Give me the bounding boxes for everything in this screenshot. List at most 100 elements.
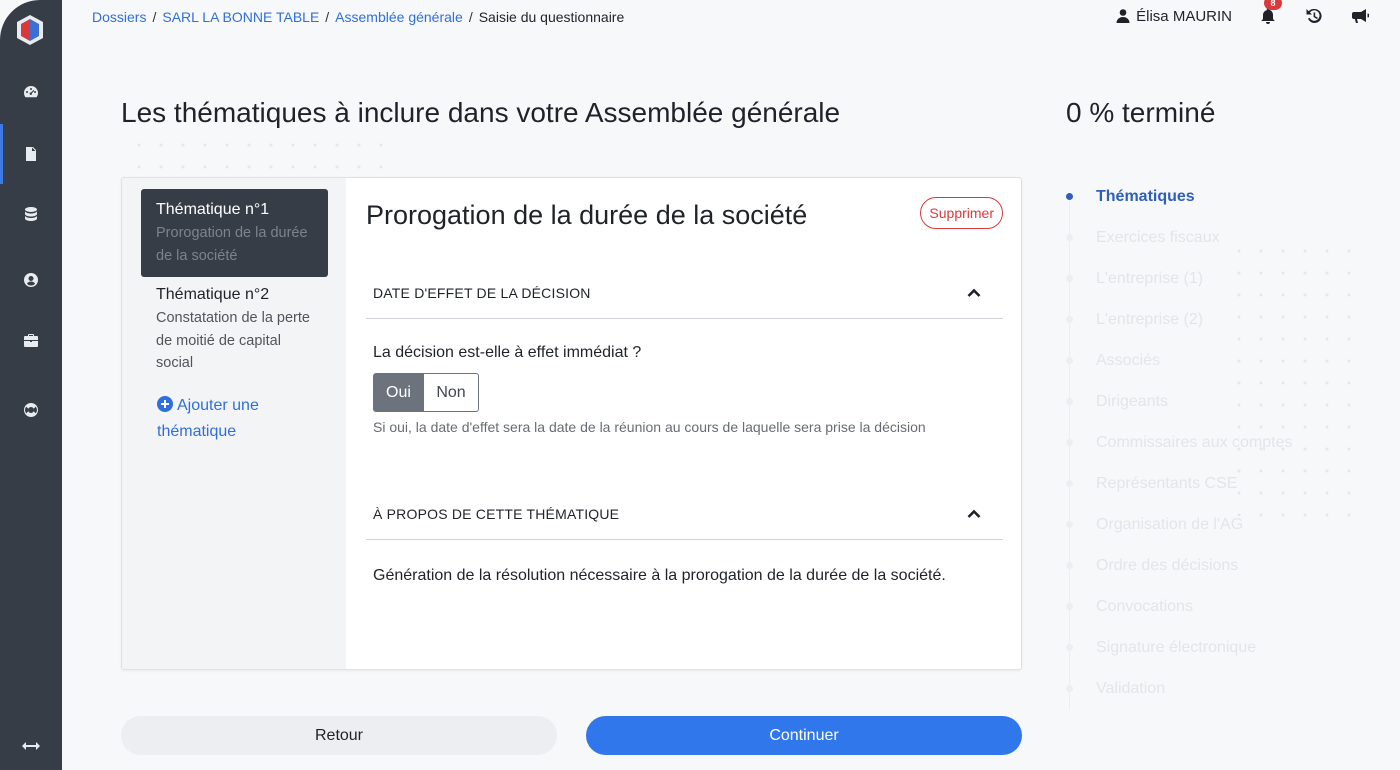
step-bullet — [1066, 234, 1073, 241]
step-bullet — [1066, 193, 1073, 200]
dots-decoration — [1228, 240, 1358, 530]
question-label: La décision est-elle à effet immédiat ? — [373, 344, 642, 361]
breadcrumb-current: Saisie du questionnaire — [478, 9, 625, 25]
sidebar — [0, 0, 62, 770]
section-header-about[interactable]: À PROPOS DE CETTE THÉMATIQUE — [366, 488, 1003, 540]
step-bullet — [1066, 439, 1073, 446]
sidebar-item-dashboard[interactable] — [0, 62, 62, 122]
option-no-button[interactable]: Non — [424, 373, 479, 412]
notifications-button[interactable]: 8 — [1258, 0, 1282, 26]
breadcrumb-separator: / — [152, 9, 157, 25]
step-entreprise-1[interactable]: L'entreprise (1) — [1062, 258, 1203, 299]
step-validation[interactable]: Validation — [1062, 668, 1165, 709]
step-bullet — [1066, 562, 1073, 569]
history-button[interactable] — [1304, 6, 1324, 26]
sidebar-item-database[interactable] — [0, 184, 62, 244]
step-label: Commissaires aux comptes — [1096, 433, 1293, 451]
thematics-list: Thématique n°1 Prorogation de la durée d… — [122, 178, 346, 669]
step-bullet — [1066, 644, 1073, 651]
briefcase-icon — [24, 334, 38, 347]
step-commissaires[interactable]: Commissaires aux comptes — [1062, 422, 1293, 463]
sidebar-item-account[interactable] — [0, 250, 62, 310]
support-icon — [24, 403, 38, 417]
expand-arrows-icon — [22, 742, 40, 750]
step-bullet — [1066, 480, 1073, 487]
thematic-detail: Prorogation de la durée de la société Su… — [366, 178, 1003, 669]
megaphone-icon — [1352, 9, 1369, 23]
user-name: Élisa MAURIN — [1136, 7, 1232, 25]
thematic-item-2[interactable]: Thématique n°2 Constatation de la perte … — [141, 274, 328, 385]
step-entreprise-2[interactable]: L'entreprise (2) — [1062, 299, 1203, 340]
thematic-subtitle: Prorogation de la durée de la société — [156, 225, 308, 264]
step-bullet — [1066, 398, 1073, 405]
file-icon — [26, 147, 36, 161]
breadcrumb-link-dossiers[interactable]: Dossiers — [92, 9, 146, 25]
top-toolbar: Élisa MAURIN 8 — [1116, 0, 1370, 26]
step-bullet — [1066, 316, 1073, 323]
breadcrumb-link-company[interactable]: SARL LA BONNE TABLE — [162, 9, 319, 25]
history-icon — [1306, 8, 1322, 23]
sidebar-item-tools[interactable] — [0, 310, 62, 370]
step-thematiques[interactable]: Thématiques — [1062, 176, 1195, 217]
breadcrumb-separator: / — [468, 9, 473, 25]
thematic-item-1[interactable]: Thématique n°1 Prorogation de la durée d… — [141, 189, 328, 277]
step-label: Dirigeants — [1096, 392, 1169, 410]
user-menu[interactable]: Élisa MAURIN — [1116, 8, 1232, 25]
notification-badge: 8 — [1264, 0, 1282, 10]
dashboard-icon — [24, 86, 38, 98]
user-icon — [1116, 9, 1130, 23]
step-dirigeants[interactable]: Dirigeants — [1062, 381, 1168, 422]
step-representants-cse[interactable]: Représentants CSE — [1062, 463, 1237, 504]
step-signature[interactable]: Signature électronique — [1062, 627, 1256, 668]
section-title: À PROPOS DE CETTE THÉMATIQUE — [373, 505, 620, 522]
database-icon — [25, 207, 37, 221]
user-circle-icon — [24, 273, 38, 287]
chevron-up-icon — [967, 509, 981, 518]
step-associes[interactable]: Associés — [1062, 340, 1160, 381]
sidebar-item-files[interactable] — [0, 124, 62, 184]
announcements-button[interactable] — [1350, 6, 1370, 26]
step-label: Représentants CSE — [1096, 474, 1238, 492]
thematic-title: Thématique n°1 — [156, 201, 270, 218]
plus-circle-icon — [157, 396, 173, 412]
step-label: L'entreprise (1) — [1096, 269, 1204, 287]
section-title: DATE D'EFFET DE LA DÉCISION — [373, 284, 591, 301]
step-label: Organisation de l'AG — [1096, 515, 1244, 533]
thematics-card: Thématique n°1 Prorogation de la durée d… — [121, 177, 1022, 670]
step-label: Ordre des décisions — [1096, 556, 1239, 574]
continue-button[interactable]: Continuer — [586, 716, 1022, 755]
sidebar-expand-toggle[interactable] — [0, 722, 62, 770]
step-ordre-decisions[interactable]: Ordre des décisions — [1062, 545, 1238, 586]
back-button[interactable]: Retour — [121, 716, 557, 755]
breadcrumb-link-assembly[interactable]: Assemblée générale — [335, 9, 463, 25]
sidebar-item-support[interactable] — [0, 380, 62, 440]
progress-status: 0 % terminé — [1066, 97, 1216, 128]
add-thematic-link[interactable]: Ajouter une thématique — [157, 393, 327, 445]
section-header-effective-date[interactable]: DATE D'EFFET DE LA DÉCISION — [366, 267, 1003, 319]
step-organisation-ag[interactable]: Organisation de l'AG — [1062, 504, 1243, 545]
chevron-up-icon — [967, 288, 981, 297]
step-label: Associés — [1096, 351, 1161, 369]
step-label: Signature électronique — [1096, 638, 1257, 656]
step-bullet — [1066, 357, 1073, 364]
help-text: Si oui, la date d'effet sera la date de … — [373, 419, 926, 435]
step-label: Validation — [1096, 679, 1166, 697]
step-exercices-fiscaux[interactable]: Exercices fiscaux — [1062, 217, 1220, 258]
step-bullet — [1066, 603, 1073, 610]
breadcrumb-separator: / — [325, 9, 330, 25]
thematic-title: Thématique n°2 — [156, 286, 270, 303]
yes-no-toggle: Oui Non — [373, 373, 479, 412]
step-bullet — [1066, 521, 1073, 528]
option-yes-button[interactable]: Oui — [373, 373, 424, 412]
app-logo[interactable] — [15, 14, 45, 46]
step-label: L'entreprise (2) — [1096, 310, 1204, 328]
step-bullet — [1066, 275, 1073, 282]
thematic-subtitle: Constatation de la perte de moitié de ca… — [156, 310, 310, 371]
page-title: Les thématiques à inclure dans votre Ass… — [121, 97, 841, 128]
step-label: Exercices fiscaux — [1096, 228, 1220, 246]
step-label: Convocations — [1096, 597, 1193, 615]
breadcrumb: Dossiers / SARL LA BONNE TABLE / Assembl… — [92, 9, 624, 25]
delete-button[interactable]: Supprimer — [920, 197, 1003, 229]
step-convocations[interactable]: Convocations — [1062, 586, 1193, 627]
about-text: Génération de la résolution nécessaire à… — [373, 567, 946, 584]
